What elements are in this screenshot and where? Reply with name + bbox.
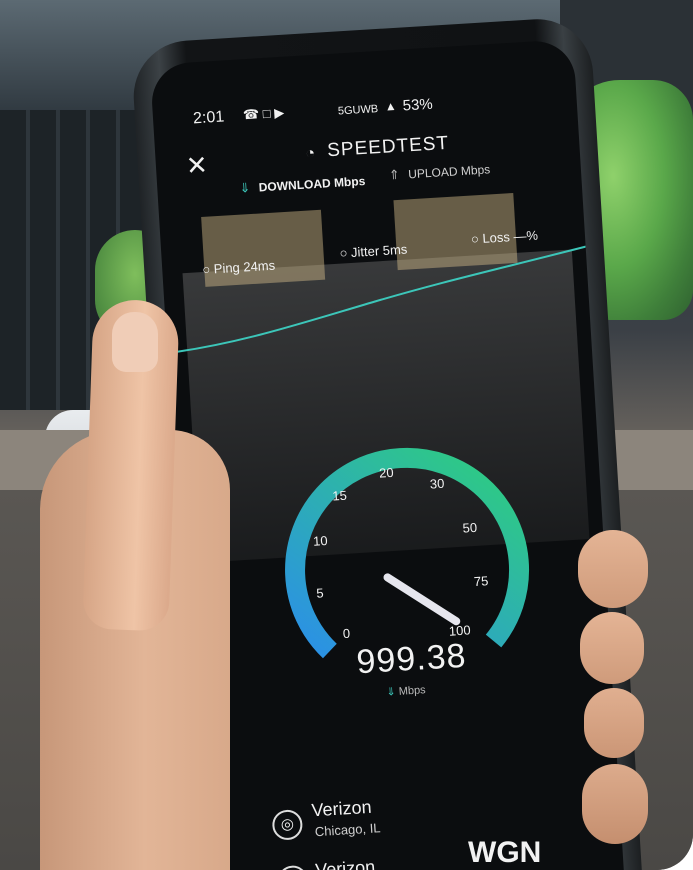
gauge-arc (285, 447, 530, 659)
finger-4 (582, 764, 648, 844)
tab-upload-label: UPLOAD Mbps (407, 162, 491, 182)
gauge-tick-15: 15 (332, 488, 347, 504)
finger-2 (580, 612, 644, 684)
thumb-nail (112, 312, 158, 372)
close-icon[interactable]: ✕ (185, 150, 209, 182)
gauge-tick-50: 50 (462, 520, 477, 536)
gauge-tick-30: 30 (429, 476, 444, 492)
status-network: 5GUWB (337, 103, 379, 118)
server-name: Verizon (314, 856, 376, 870)
tab-download-label: DOWNLOAD Mbps (258, 173, 366, 195)
finger-3 (584, 688, 644, 758)
photo: 2:01 ☎ □ ▶ 5GUWB ▲ 53% ✕ ◔ SPEEDTEST ⇓ D… (0, 0, 693, 870)
speed-unit-label: Mbps (398, 684, 426, 698)
signal-icon: ▲ (384, 98, 398, 114)
status-icons: ☎ □ ▶ (242, 104, 285, 123)
download-arrow-icon: ⇓ (238, 180, 251, 196)
server-badge: 5G (276, 864, 309, 870)
provider-location: Chicago, IL (314, 820, 381, 840)
globe-icon: ◎ (271, 809, 304, 841)
upload-arrow-icon: ⇑ (388, 166, 401, 183)
gauge-tick-5: 5 (316, 585, 324, 600)
gauge-needle (383, 573, 461, 626)
app-title: SPEEDTEST (326, 132, 450, 162)
tab-download[interactable]: ⇓ DOWNLOAD Mbps (238, 172, 366, 197)
status-battery: 53% (402, 95, 434, 115)
speedtest-logo-icon: ◔ (304, 144, 316, 163)
status-time: 2:01 (192, 108, 225, 128)
finger-1 (578, 530, 648, 608)
gauge-tick-0: 0 (342, 626, 350, 641)
gauge-tick-75: 75 (473, 573, 488, 589)
tab-upload[interactable]: ⇑ UPLOAD Mbps (388, 161, 490, 185)
gauge-tick-20: 20 (379, 465, 394, 481)
speed-reading: 999.38 (355, 636, 468, 682)
speed-unit: ⇓ Mbps (386, 683, 426, 698)
gauge-tick-10: 10 (313, 533, 328, 549)
unit-arrow-icon: ⇓ (386, 685, 400, 699)
footer-text: WGN (468, 836, 542, 869)
provider-name: Verizon (310, 796, 373, 821)
